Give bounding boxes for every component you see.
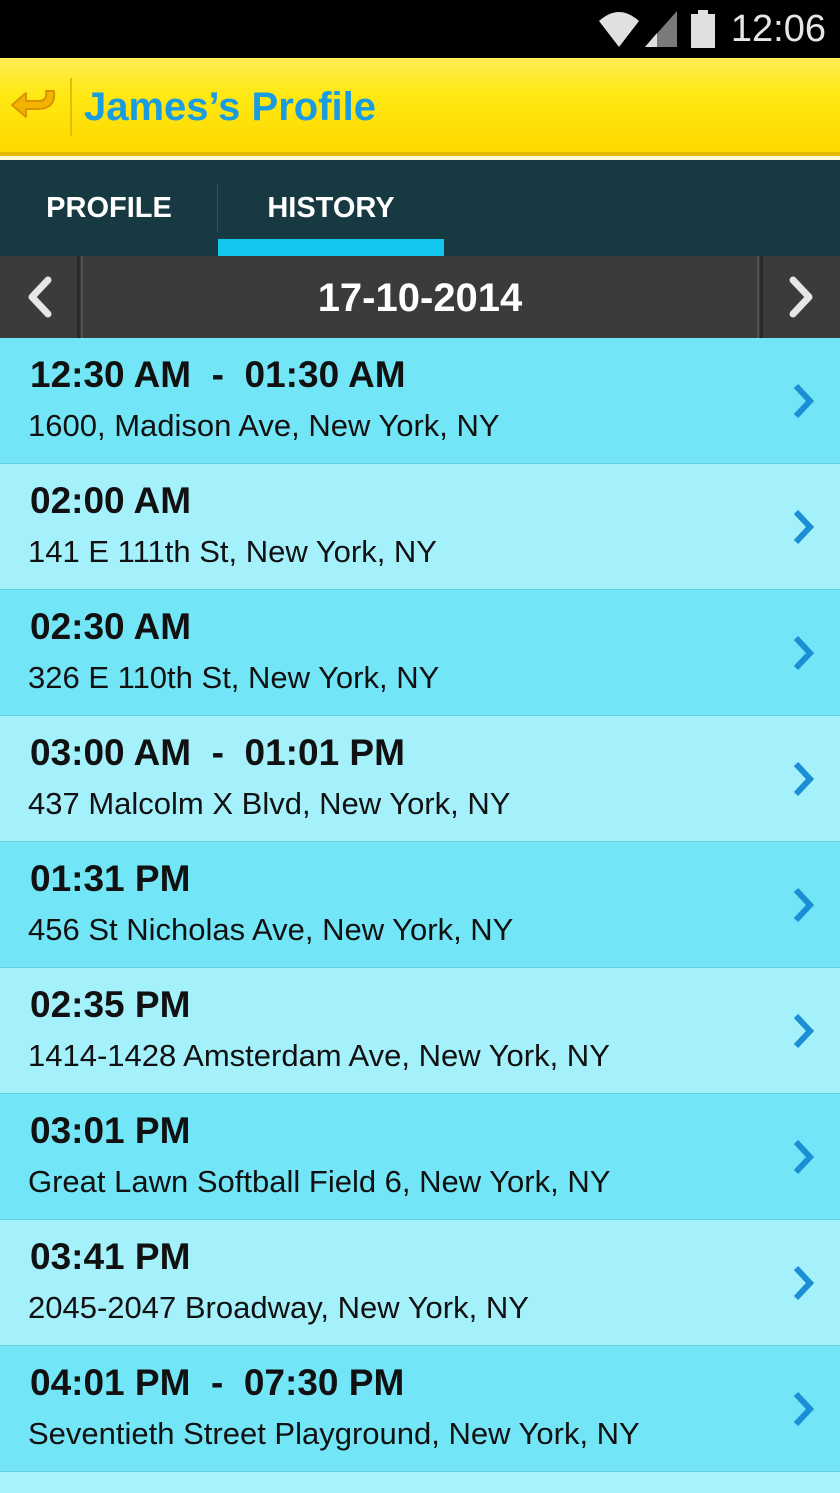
history-time: 03:41 PM [30, 1236, 191, 1277]
history-row[interactable]: 03:41 PM 2045-2047 Broadway, New York, N… [0, 1220, 840, 1346]
history-time: 03:00 AM - 01:01 PM [30, 732, 405, 773]
chevron-right-icon [793, 761, 815, 797]
history-time: 02:00 AM [30, 480, 192, 521]
chevron-right-icon [793, 1391, 815, 1427]
battery-icon [690, 10, 715, 48]
page-title: James’s Profile [84, 85, 377, 129]
history-address: 1414-1428 Amsterdam Ave, New York, NY [28, 1038, 610, 1073]
history-time: 02:30 AM [30, 606, 192, 647]
history-time: 04:01 PM - 07:30 PM [30, 1362, 405, 1403]
chevron-right-icon [793, 1139, 815, 1175]
status-icons: 12:06 [597, 0, 840, 58]
history-address: 1600, Madison Ave, New York, NY [28, 408, 500, 443]
history-row[interactable]: 02:35 PM 1414-1428 Amsterdam Ave, New Yo… [0, 968, 840, 1094]
history-address: 326 E 110th St, New York, NY [28, 660, 440, 695]
chevron-right-icon [793, 509, 815, 545]
history-address: 437 Malcolm X Blvd, New York, NY [28, 786, 511, 821]
history-address: 2045-2047 Broadway, New York, NY [28, 1290, 529, 1325]
chevron-right-icon [793, 887, 815, 923]
date-navigator: 17-10-2014 [0, 256, 840, 338]
history-time: 03:01 PM [30, 1110, 191, 1151]
current-date: 17-10-2014 [317, 276, 523, 320]
history-row[interactable]: 12:30 AM - 01:30 AM 1600, Madison Ave, N… [0, 338, 840, 464]
chevron-left-icon [28, 276, 51, 318]
history-address: Great Lawn Softball Field 6, New York, N… [28, 1164, 611, 1199]
action-bar: James’s Profile [0, 58, 840, 156]
history-row[interactable]: 01:31 PM 456 St Nicholas Ave, New York, … [0, 842, 840, 968]
screen: 12:06 James’s Profile PROFILE HISTORY 17… [0, 0, 840, 1493]
history-row[interactable]: 04:01 PM - 07:30 PM Seventieth Street Pl… [0, 1346, 840, 1472]
signal-icon [644, 11, 677, 47]
history-address: Seventieth Street Playground, New York, … [28, 1416, 640, 1451]
chevron-right-icon [789, 276, 812, 318]
history-address: 141 E 111th St, New York, NY [28, 534, 437, 569]
next-date-button[interactable] [757, 256, 840, 338]
chevron-right-icon [793, 1013, 815, 1049]
history-row[interactable]: 02:30 AM 326 E 110th St, New York, NY [0, 590, 840, 716]
chevron-right-icon [793, 383, 815, 419]
tab-selected-indicator [218, 239, 444, 256]
back-arrow-icon [11, 90, 56, 118]
history-time: 01:31 PM [30, 858, 191, 899]
action-bar-divider [70, 78, 72, 136]
history-row[interactable]: 03:00 AM - 01:01 PM 437 Malcolm X Blvd, … [0, 716, 840, 842]
tab-profile[interactable]: PROFILE [0, 160, 218, 256]
back-button[interactable] [0, 58, 70, 152]
history-address: 456 St Nicholas Ave, New York, NY [28, 912, 514, 947]
history-row[interactable]: 02:00 AM 141 E 111th St, New York, NY [0, 464, 840, 590]
chevron-right-icon [793, 1265, 815, 1301]
wifi-icon [598, 12, 639, 47]
history-time: 12:30 AM - 01:30 AM [30, 354, 406, 395]
status-bar: 12:06 [0, 0, 840, 58]
history-time: 02:35 PM [30, 984, 191, 1025]
previous-date-button[interactable] [0, 256, 83, 338]
status-time: 12:06 [730, 7, 826, 50]
history-row[interactable]: 03:01 PM Great Lawn Softball Field 6, Ne… [0, 1094, 840, 1220]
chevron-right-icon [793, 635, 815, 671]
history-list: 12:30 AM - 01:30 AM 1600, Madison Ave, N… [0, 338, 840, 1472]
